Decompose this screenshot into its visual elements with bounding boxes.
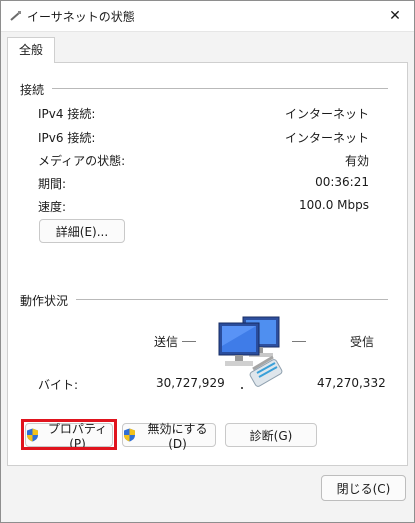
activity-group-title: 動作状況 <box>20 294 69 308</box>
disable-button-label: 無効にする(D) <box>147 421 208 451</box>
ipv6-connectivity-label: IPv6 接続: <box>38 131 96 145</box>
sent-dash <box>182 341 196 342</box>
bytes-received-value: 47,270,332 <box>317 376 386 390</box>
properties-button[interactable]: プロパティ(P) <box>25 422 113 451</box>
window-title: イーサネットの状態 <box>27 10 135 24</box>
duration-value: 00:36:21 <box>315 175 369 189</box>
details-button[interactable]: 詳細(E)... <box>39 219 125 243</box>
uac-shield-icon <box>124 428 135 442</box>
speed-value: 100.0 Mbps <box>298 198 369 212</box>
disable-button[interactable]: 無効にする(D) <box>122 422 216 451</box>
tab-general[interactable]: 全般 <box>7 37 55 63</box>
media-state-value: 有効 <box>344 154 369 168</box>
general-tab-panel: 接続 IPv4 接続: インターネット IPv6 接続: インターネット メディ… <box>7 62 408 466</box>
ethernet-status-window: イーサネットの状態 ✕ 全般 接続 IPv4 接続: インターネット IPv6 … <box>0 0 415 523</box>
sent-label: 送信 <box>154 335 179 349</box>
ipv4-connectivity-value: インターネット <box>284 107 369 121</box>
bytes-label: バイト: <box>38 378 79 392</box>
received-label: 受信 <box>350 335 375 349</box>
media-state-label: メディアの状態: <box>38 154 126 168</box>
ipv4-connectivity-label: IPv4 接続: <box>38 107 96 121</box>
network-computers-icon <box>218 316 283 389</box>
ipv6-connectivity-value: インターネット <box>284 131 369 145</box>
tab-general-label: 全般 <box>18 43 43 57</box>
properties-button-label: プロパティ(P) <box>47 421 108 451</box>
close-window-button[interactable]: ✕ <box>384 5 406 27</box>
diagnose-button-label: 診断(G) <box>249 428 293 443</box>
connection-group-title: 接続 <box>20 83 45 97</box>
duration-label: 期間: <box>38 177 67 191</box>
speed-label: 速度: <box>38 200 67 214</box>
activity-group-divider <box>76 299 388 300</box>
close-button[interactable]: 閉じる(C) <box>321 475 406 501</box>
diagnose-button[interactable]: 診断(G) <box>225 423 317 447</box>
title-bar: イーサネットの状態 ✕ <box>1 1 414 32</box>
close-icon: ✕ <box>389 8 401 24</box>
connection-group-divider <box>52 88 388 89</box>
close-button-label: 閉じる(C) <box>336 481 391 496</box>
uac-shield-icon <box>27 428 38 442</box>
ethernet-cable-icon <box>10 11 21 21</box>
details-button-label: 詳細(E)... <box>55 224 109 239</box>
